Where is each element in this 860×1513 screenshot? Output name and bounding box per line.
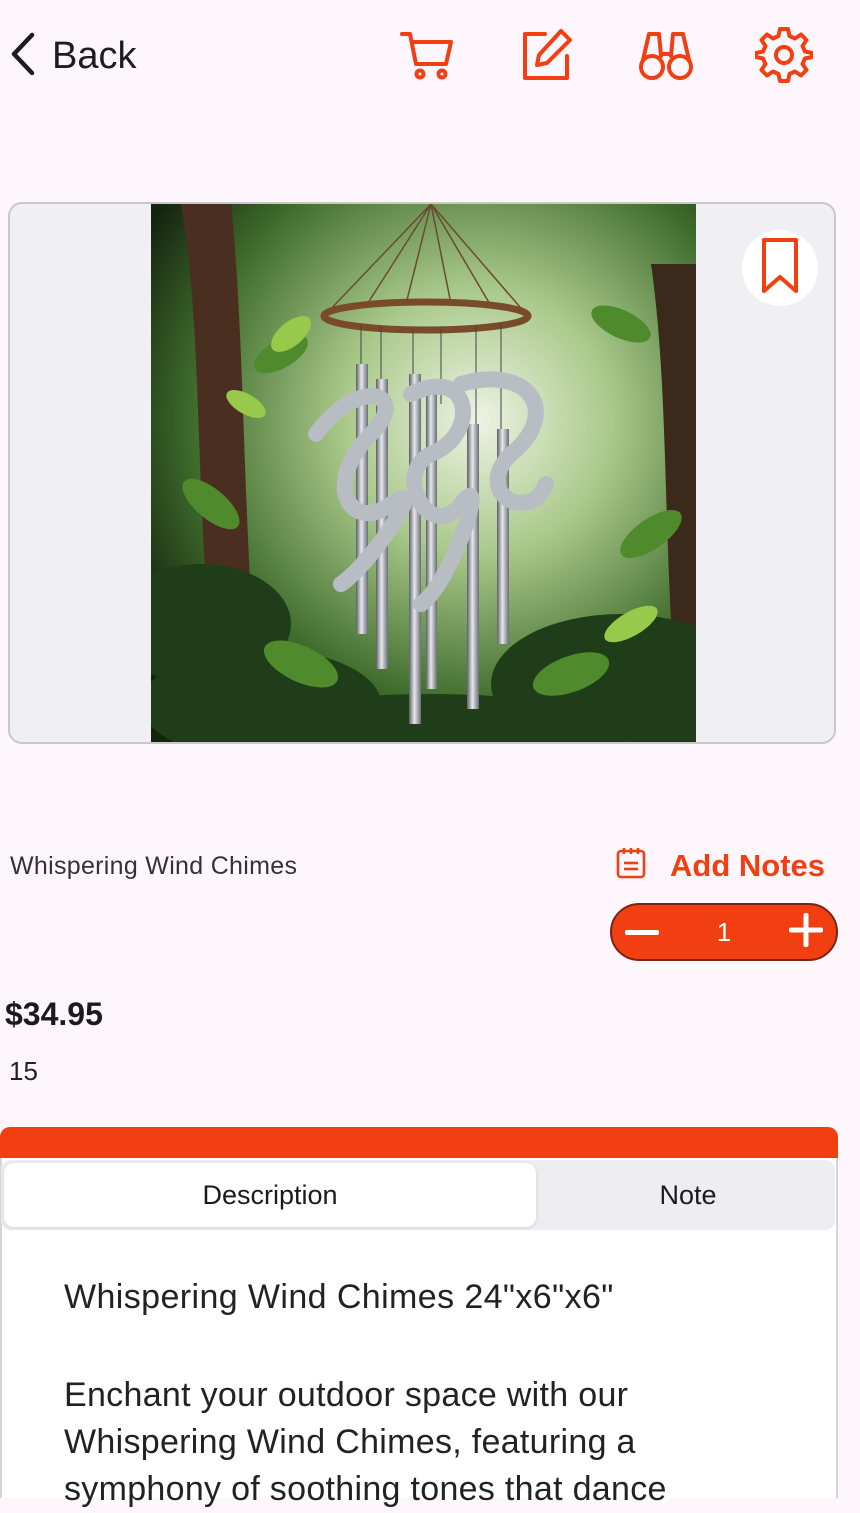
product-image	[151, 204, 696, 742]
product-price: $34.95	[5, 996, 103, 1032]
back-label: Back	[52, 34, 137, 77]
notepad-icon	[614, 846, 648, 885]
binoculars-icon[interactable]	[637, 26, 695, 84]
minus-icon	[625, 923, 659, 941]
add-notes-label: Add Notes	[670, 847, 825, 883]
product-image-card	[8, 202, 836, 744]
plus-icon	[789, 912, 823, 952]
bookmark-icon	[760, 237, 800, 300]
product-name: Whispering Wind Chimes	[10, 852, 298, 880]
quantity-value: 1	[716, 916, 732, 947]
back-button[interactable]: Back	[6, 28, 136, 84]
bookmark-button[interactable]	[742, 230, 818, 306]
quantity-stepper: 1	[610, 903, 838, 961]
stock-count: 15	[9, 1056, 38, 1086]
settings-icon[interactable]	[754, 26, 814, 84]
increment-button[interactable]	[776, 904, 836, 960]
description-title: Whispering Wind Chimes 24"x6"x6"	[64, 1278, 614, 1316]
description-body: Enchant your outdoor space with our Whis…	[64, 1376, 667, 1508]
cart-icon[interactable]	[398, 26, 456, 84]
add-notes-button[interactable]: Add Notes	[614, 846, 825, 885]
tab-description[interactable]: Description	[4, 1163, 536, 1227]
decrement-button[interactable]	[612, 904, 672, 960]
tab-note[interactable]: Note	[541, 1163, 835, 1227]
tab-bar: Description Note	[1, 1160, 835, 1230]
edit-icon[interactable]	[517, 26, 575, 84]
chevron-left-icon	[6, 31, 40, 82]
